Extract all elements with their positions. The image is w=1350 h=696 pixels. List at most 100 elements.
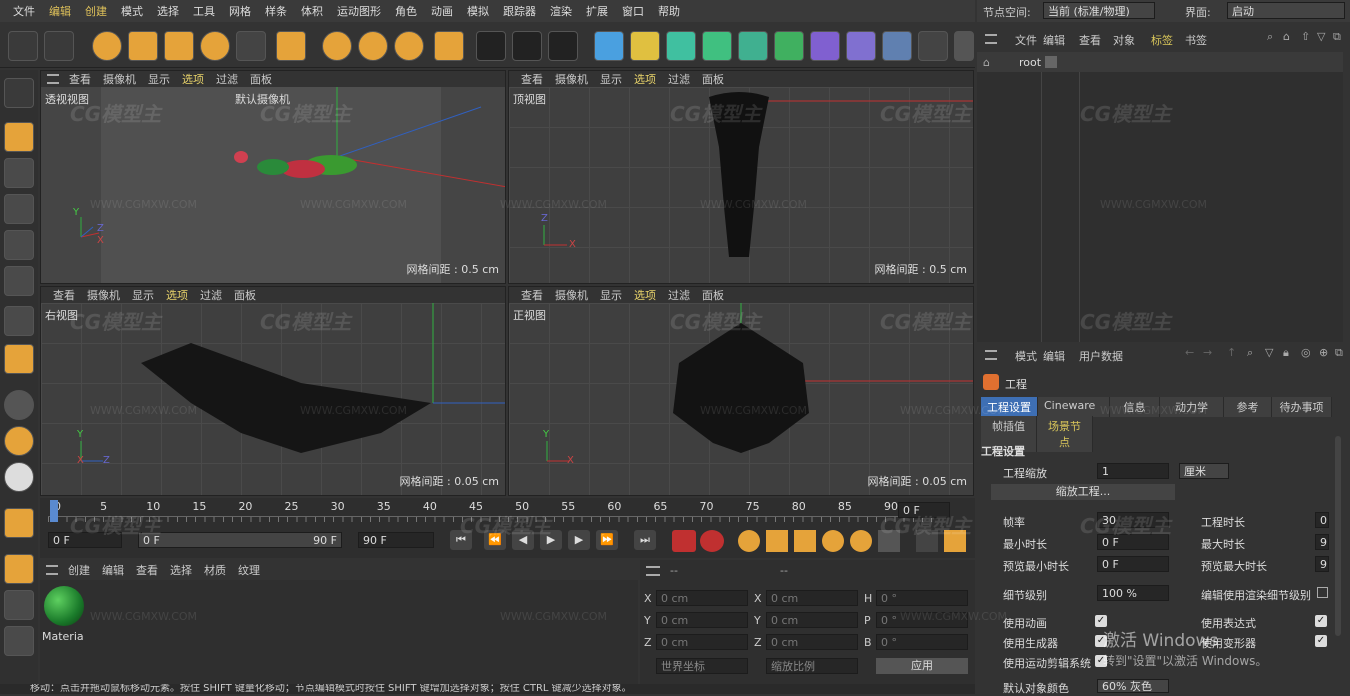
vp-menu-options[interactable]: 选项	[628, 287, 662, 303]
uv-mode-icon[interactable]	[4, 306, 34, 336]
model-mode-icon[interactable]	[4, 122, 34, 152]
workplane-icon[interactable]	[4, 554, 34, 584]
points-mode-icon[interactable]	[4, 194, 34, 224]
attr-menu-mode[interactable]: 模式	[1015, 348, 1037, 364]
back-icon[interactable]: ←	[1185, 346, 1194, 359]
default-color-dropdown[interactable]: 60% 灰色	[1097, 679, 1169, 693]
subdivision-icon[interactable]	[666, 31, 696, 61]
play-icon[interactable]: ▶	[540, 530, 562, 550]
y-axis-lock-icon[interactable]	[358, 31, 388, 61]
cube-primitive-icon[interactable]	[594, 31, 624, 61]
new-window-icon[interactable]: ⧉	[1333, 30, 1341, 44]
max-time-field[interactable]: 9	[1315, 534, 1329, 550]
frame-range-slider[interactable]: 0 F 90 F	[138, 532, 342, 548]
rot-p-field[interactable]: 0 °	[876, 612, 968, 628]
vp-menu-panel[interactable]: 面板	[228, 287, 262, 303]
right-viewport[interactable]: 查看 摄像机 显示 选项 过滤 面板 右视图 Y X Z 网格间距 : 0.05…	[40, 286, 506, 496]
mat-menu-edit[interactable]: 编辑	[96, 562, 130, 578]
select-tool-icon[interactable]	[92, 31, 122, 61]
rot-b-field[interactable]: 0 °	[876, 634, 968, 650]
vp-menu-filter[interactable]: 过滤	[662, 71, 696, 87]
vp-menu-display[interactable]: 显示	[594, 71, 628, 87]
pos-z-field[interactable]: 0 cm	[656, 634, 748, 650]
auto-key-icon[interactable]	[700, 530, 724, 552]
vp-menu-view[interactable]: 查看	[47, 287, 81, 303]
mat-menu-select[interactable]: 选择	[164, 562, 198, 578]
locked-workplane-icon[interactable]	[4, 590, 34, 620]
front-viewport[interactable]: 查看 摄像机 显示 选项 过滤 面板 正视图 Y X 网格间距 : 0.05 c…	[508, 286, 974, 496]
search-icon[interactable]: ⌕	[1247, 346, 1253, 360]
move-tool-icon[interactable]	[128, 31, 158, 61]
om-menu-edit[interactable]: 编辑	[1043, 32, 1065, 48]
interface-dropdown[interactable]: 启动	[1227, 2, 1345, 19]
fracture-icon[interactable]	[774, 31, 804, 61]
grid-workplane-icon[interactable]	[4, 626, 34, 656]
prev-frame-icon[interactable]: ◀	[512, 530, 534, 550]
material-ball-icon[interactable]	[44, 586, 84, 626]
vp-menu-view[interactable]: 查看	[515, 287, 549, 303]
scale-field[interactable]: 1	[1097, 463, 1169, 479]
render-picture-viewer-icon[interactable]	[512, 31, 542, 61]
bend-deformer-icon[interactable]	[846, 31, 876, 61]
menu-icon[interactable]	[47, 74, 59, 84]
use-deform-checkbox[interactable]: ✓	[1315, 635, 1327, 647]
key-parameter-icon[interactable]	[850, 530, 872, 552]
mat-menu-material[interactable]: 材质	[198, 562, 232, 578]
up-icon[interactable]: ⇧	[1301, 30, 1310, 43]
tab-dynamics[interactable]: 动力学	[1160, 397, 1224, 417]
menu-tracker[interactable]: 跟踪器	[496, 3, 543, 19]
preview-max-field[interactable]: 9	[1315, 556, 1329, 572]
snap-icon[interactable]	[4, 508, 34, 538]
vp-menu-display[interactable]: 显示	[142, 71, 176, 87]
world-coords-dropdown[interactable]: 世界坐标	[656, 658, 748, 674]
apply-button[interactable]: 应用	[876, 658, 968, 674]
vp-menu-camera[interactable]: 摄像机	[97, 71, 142, 87]
mat-menu-texture[interactable]: 纹理	[232, 562, 266, 578]
vp-menu-view[interactable]: 查看	[63, 71, 97, 87]
polygons-mode-icon[interactable]	[4, 266, 34, 296]
edges-mode-icon[interactable]	[4, 230, 34, 260]
vp-menu-filter[interactable]: 过滤	[210, 71, 244, 87]
object-list[interactable]: ⌂ root	[977, 52, 1343, 342]
vp-menu-filter[interactable]: 过滤	[662, 287, 696, 303]
vp-menu-panel[interactable]: 面板	[244, 71, 278, 87]
vp-menu-options[interactable]: 选项	[176, 71, 210, 87]
menu-tools[interactable]: 工具	[186, 3, 222, 19]
menu-create[interactable]: 创建	[78, 3, 114, 19]
tab-project-settings[interactable]: 工程设置	[981, 397, 1038, 417]
key-scale-icon[interactable]	[794, 530, 816, 552]
vp-menu-camera[interactable]: 摄像机	[81, 287, 126, 303]
filter-icon[interactable]: ▽	[1317, 30, 1325, 43]
add-tool-icon[interactable]	[276, 31, 306, 61]
size-y-field[interactable]: 0 cm	[766, 612, 858, 628]
project-time-field[interactable]: 0	[1315, 512, 1329, 528]
lock-icon[interactable]: 🔒︎	[1283, 346, 1289, 360]
menu-icon[interactable]	[46, 565, 58, 575]
vp-menu-panel[interactable]: 面板	[696, 287, 730, 303]
floor-icon[interactable]	[882, 31, 912, 61]
scale-mode-dropdown[interactable]: 缩放比例	[766, 658, 858, 674]
solo-icon[interactable]	[4, 390, 34, 420]
preview-min-field[interactable]: 0 F	[1097, 556, 1169, 572]
menu-mesh[interactable]: 网格	[222, 3, 258, 19]
menu-mograph[interactable]: 运动图形	[330, 3, 388, 19]
tab-info[interactable]: 信息	[1110, 397, 1160, 417]
search-icon[interactable]: ⌕	[1267, 30, 1273, 44]
menu-icon[interactable]	[985, 350, 997, 360]
next-frame-icon[interactable]: ▶	[568, 530, 590, 550]
next-key-icon[interactable]: ⏩	[596, 530, 618, 550]
prev-key-icon[interactable]: ⏪	[484, 530, 506, 550]
menu-simulate[interactable]: 模拟	[460, 3, 496, 19]
use-expr-checkbox[interactable]: ✓	[1315, 615, 1327, 627]
forward-icon[interactable]: →	[1203, 346, 1212, 359]
om-menu-tags[interactable]: 标签	[1151, 32, 1173, 48]
render-settings-icon[interactable]	[548, 31, 578, 61]
pen-spline-icon[interactable]	[630, 31, 660, 61]
render-lod-checkbox[interactable]	[1317, 587, 1328, 598]
scale-project-button[interactable]: 缩放工程...	[991, 484, 1175, 500]
material-name[interactable]: Materia	[42, 630, 84, 643]
attr-menu-userdata[interactable]: 用户数据	[1079, 348, 1123, 364]
undo-icon[interactable]	[8, 31, 38, 61]
tab-reference[interactable]: 参考	[1224, 397, 1272, 417]
lod-field[interactable]: 100 %	[1097, 585, 1169, 601]
